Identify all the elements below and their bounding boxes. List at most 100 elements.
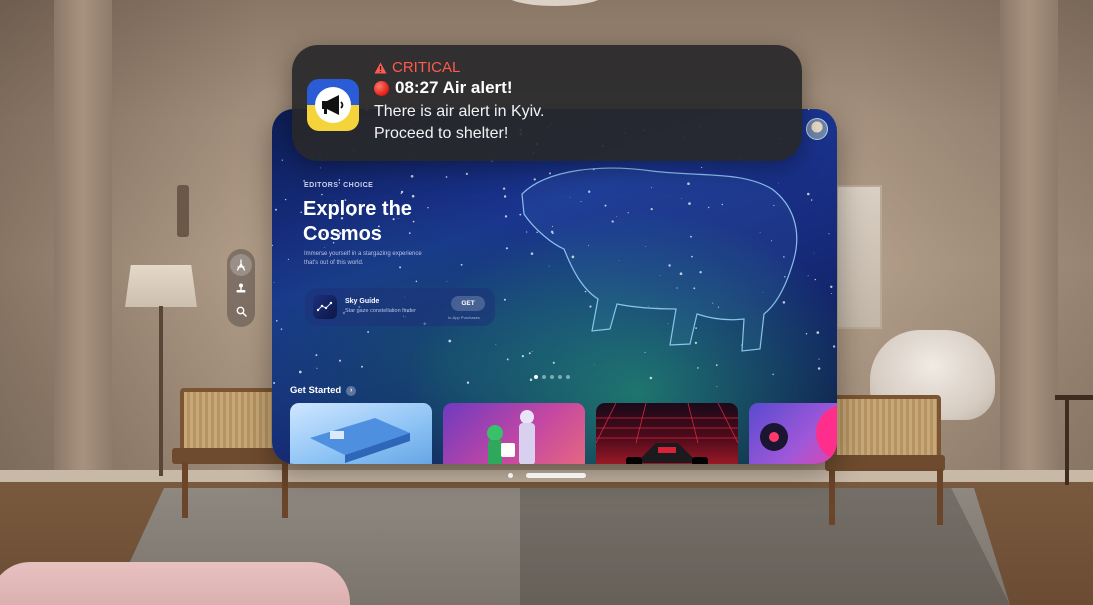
star	[460, 263, 463, 266]
constellation-icon	[317, 301, 333, 312]
star	[694, 341, 698, 345]
window-close-dot[interactable]	[508, 473, 513, 478]
star	[695, 327, 697, 329]
star	[807, 192, 810, 196]
pink-ottoman	[0, 562, 350, 605]
star	[273, 382, 276, 384]
notification-body: There is air alert in Kyiv. Proceed to s…	[374, 101, 774, 145]
tab-ornament	[227, 249, 255, 327]
star	[338, 179, 341, 181]
arcade-icon	[236, 283, 246, 293]
star	[505, 247, 508, 250]
star	[445, 176, 448, 178]
star	[740, 344, 742, 346]
page-dot[interactable]	[542, 375, 546, 379]
star	[593, 364, 595, 366]
page-dot[interactable]	[566, 375, 570, 379]
wall-sconce	[177, 185, 189, 237]
star	[536, 231, 538, 234]
air-alert-notification[interactable]: CRITICAL 08:27 Air alert! There is air a…	[292, 45, 802, 161]
star	[272, 244, 273, 247]
star	[521, 355, 524, 358]
chair-seat	[825, 455, 945, 471]
get-started-card-puzzle[interactable]	[290, 403, 432, 464]
get-button[interactable]: GET	[451, 296, 485, 311]
star	[715, 364, 718, 366]
star	[503, 195, 507, 198]
star	[506, 358, 509, 361]
chair-leg	[937, 469, 943, 525]
star	[697, 367, 699, 369]
get-started-title: Get Started	[290, 385, 342, 396]
star	[552, 361, 555, 364]
star	[831, 293, 833, 294]
racing-game-artwork	[596, 403, 738, 464]
star	[835, 112, 837, 114]
star	[644, 351, 646, 354]
tab-search[interactable]	[230, 300, 252, 322]
star	[816, 331, 820, 334]
puzzle-game-artwork	[310, 418, 410, 463]
star	[502, 187, 506, 190]
hero-eyebrow: EDITORS' CHOICE	[304, 182, 374, 189]
featured-app-card[interactable]: Sky Guide Star gaze constellation finder…	[305, 288, 495, 326]
star	[808, 109, 810, 111]
page-dot[interactable]	[558, 375, 562, 379]
red-circle-icon	[374, 80, 389, 96]
get-started-card-racing[interactable]	[596, 403, 738, 464]
floor-lamp-shade	[125, 265, 197, 307]
critical-label-row: CRITICAL	[374, 59, 460, 76]
wall-pillar-left	[54, 0, 112, 480]
star	[828, 233, 830, 235]
star	[298, 370, 302, 374]
star	[584, 290, 587, 293]
get-started-card-chess[interactable]	[443, 403, 585, 464]
featured-app-subtitle: Star gaze constellation finder	[345, 308, 416, 314]
tab-apps[interactable]	[230, 253, 252, 276]
wall-pillar-right	[1000, 0, 1058, 480]
star	[316, 367, 318, 369]
star	[320, 167, 322, 169]
warning-triangle-icon	[374, 62, 387, 73]
chair-leg	[182, 462, 188, 518]
chess-game-artwork	[487, 410, 535, 464]
get-started-card-music[interactable]	[749, 403, 837, 464]
tab-arcade[interactable]	[230, 277, 252, 299]
search-icon	[236, 306, 247, 317]
air-alert-app-icon	[307, 79, 359, 131]
star	[415, 280, 418, 283]
star	[519, 213, 522, 216]
chair-leg	[282, 462, 288, 518]
constellation-bear-illustration	[521, 167, 798, 352]
side-table	[1055, 395, 1093, 490]
notification-body-line-1: There is air alert in Kyiv.	[374, 103, 545, 120]
star	[589, 305, 592, 308]
star	[830, 285, 833, 289]
star	[531, 350, 533, 352]
star	[528, 352, 531, 355]
star	[281, 159, 283, 161]
star	[465, 172, 469, 176]
star	[716, 386, 718, 388]
star	[448, 339, 452, 343]
notification-title-row: 08:27 Air alert!	[374, 78, 512, 98]
star	[533, 178, 536, 181]
star	[817, 367, 821, 370]
in-app-purchases-note: In-App Purchases	[448, 315, 480, 320]
star	[280, 328, 283, 330]
page-dot[interactable]	[534, 375, 538, 379]
account-avatar[interactable]	[806, 118, 828, 140]
get-started-header[interactable]: Get Started ›	[290, 385, 357, 396]
window-grabber-bar[interactable]	[526, 473, 586, 478]
star	[367, 330, 370, 333]
star	[530, 252, 534, 255]
star	[667, 323, 669, 324]
star	[338, 359, 342, 362]
notification-body-line-2: Proceed to shelter!	[374, 125, 509, 142]
page-dot[interactable]	[550, 375, 554, 379]
star	[805, 332, 808, 335]
wooden-chair-right	[825, 395, 950, 525]
star	[818, 358, 820, 360]
chevron-right-icon: ›	[346, 385, 357, 396]
carousel-page-dots[interactable]	[534, 375, 570, 379]
